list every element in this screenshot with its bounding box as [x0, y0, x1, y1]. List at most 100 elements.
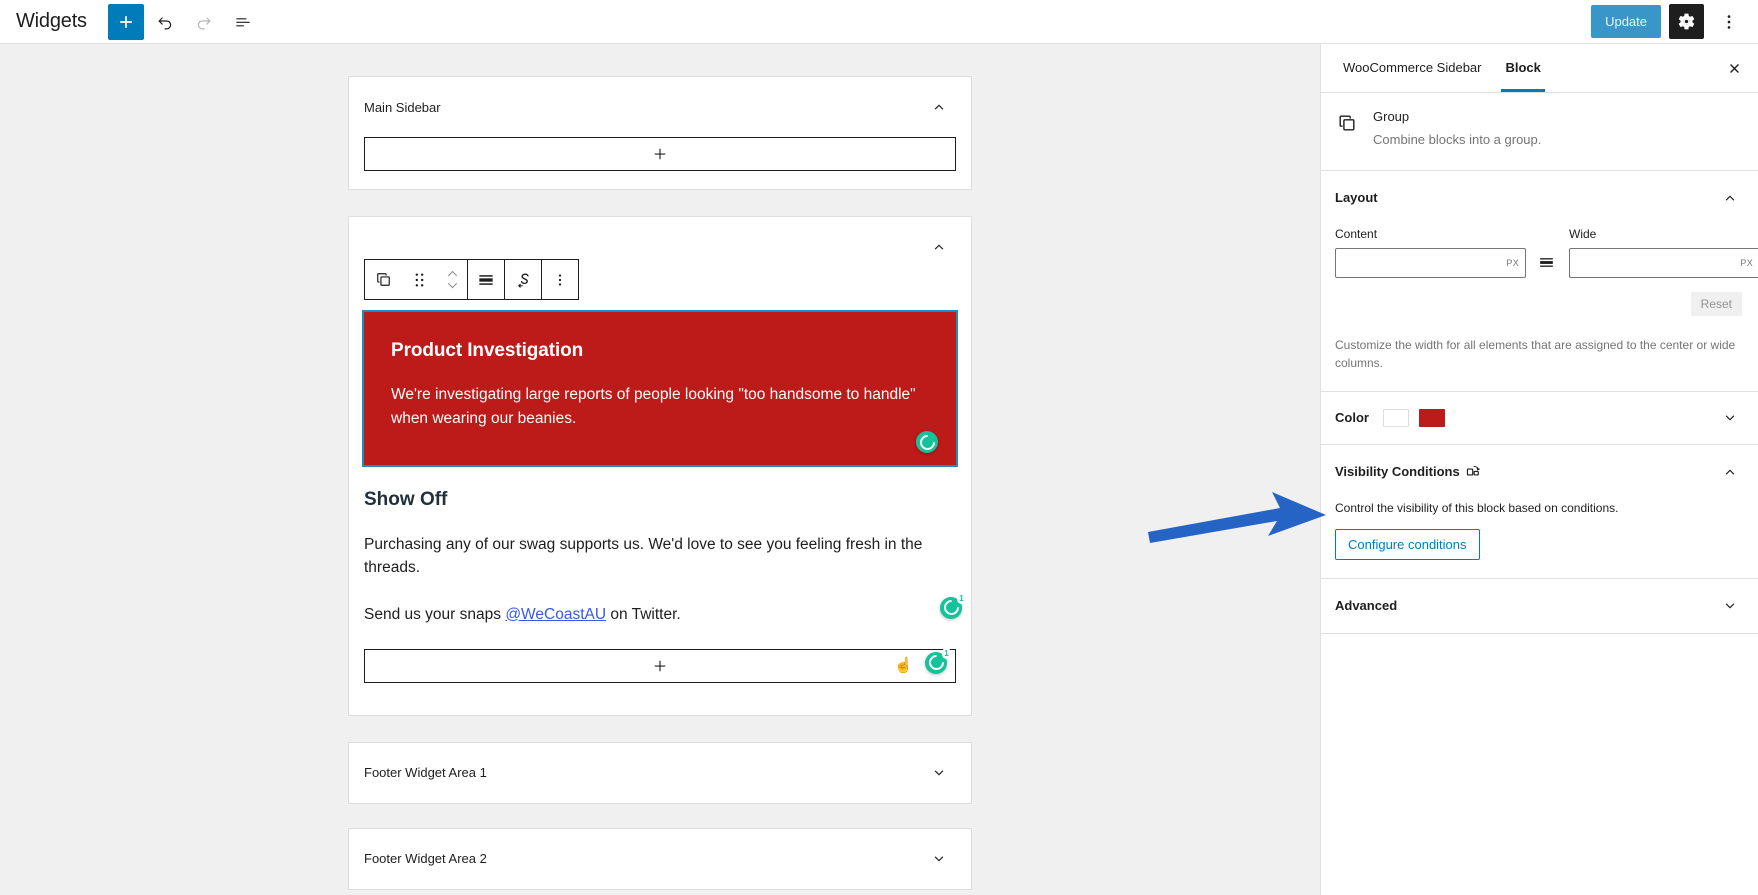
- editor-canvas: Main Sidebar Product Investigation We're…: [0, 44, 1320, 895]
- sidebar-tabs: WooCommerce Sidebar Block: [1321, 44, 1758, 93]
- selected-block-wrapper: Product Investigation We're investigatin…: [349, 259, 971, 711]
- widget-area-header-footer-2[interactable]: Footer Widget Area 2: [349, 829, 971, 889]
- show-off-paragraph-1[interactable]: Purchasing any of our swag supports us. …: [364, 533, 956, 580]
- panel-visibility-conditions: Visibility Conditions Control the visibi…: [1321, 445, 1758, 579]
- color-swatch-background[interactable]: [1382, 408, 1409, 427]
- red-block-heading: Product Investigation: [391, 340, 584, 361]
- grammarly-badge-paragraph[interactable]: 1: [940, 592, 966, 619]
- show-off-heading: Show Off: [364, 489, 448, 511]
- list-view-button[interactable]: [225, 4, 261, 40]
- selected-block-description: Combine blocks into a group.: [1373, 132, 1542, 147]
- ellipsis-vertical-icon[interactable]: [542, 260, 578, 299]
- show-off-section: Show Off Purchasing any of our swag supp…: [364, 489, 966, 683]
- panel-color-chevron-down-icon[interactable]: [1718, 406, 1742, 430]
- panel-color-left: Color: [1335, 408, 1445, 427]
- layout-help-text: Customize the width for all elements tha…: [1335, 337, 1736, 371]
- layout-wide-inputwrap: PX: [1569, 247, 1758, 278]
- grammarly-badge-appender[interactable]: 1: [925, 647, 951, 674]
- panel-visibility-title-wrap: Visibility Conditions: [1335, 464, 1480, 479]
- transform-icon[interactable]: [505, 260, 541, 299]
- color-swatches: [1382, 408, 1445, 427]
- layout-content-label: Content: [1335, 226, 1378, 241]
- block-toolbar-group-2: [468, 260, 505, 299]
- widget-area-body: [349, 137, 971, 189]
- panel-visibility-body: Control the visibility of this block bas…: [1335, 499, 1742, 560]
- add-block-button[interactable]: [107, 3, 144, 40]
- layout-reset-button[interactable]: Reset: [1690, 291, 1742, 316]
- canvas-inner: Main Sidebar Product Investigation We're…: [0, 44, 1320, 895]
- cover-block-product-investigation[interactable]: Product Investigation We're investigatin…: [362, 309, 958, 468]
- selected-block-card-text: Group Combine blocks into a group.: [1373, 109, 1541, 150]
- visibility-description: Control the visibility of this block bas…: [1335, 500, 1619, 515]
- collapse-chevron-up-icon-2[interactable]: [927, 235, 951, 259]
- block-toolbar: [364, 259, 579, 300]
- panel-visibility-chevron-up-icon[interactable]: [1718, 460, 1742, 484]
- editor-top-bar: Widgets Update: [0, 0, 1758, 44]
- group-icon[interactable]: [365, 260, 401, 299]
- configure-conditions-button[interactable]: Configure conditions: [1335, 528, 1480, 560]
- layout-reset-row: Reset: [1335, 291, 1742, 316]
- block-toolbar-group-3: [505, 260, 542, 299]
- layout-content-col: Content PX: [1335, 227, 1557, 278]
- block-movers[interactable]: [437, 260, 467, 299]
- widget-area-footer-1: Footer Widget Area 1: [348, 741, 972, 804]
- color-swatch-accent[interactable]: [1418, 408, 1445, 427]
- widget-area-footer-2: Footer Widget Area 2: [348, 827, 972, 890]
- chevron-up-icon: [447, 270, 457, 277]
- align-wide-icon[interactable]: [468, 260, 504, 299]
- show-off-paragraph-2[interactable]: Send us your snaps @WeCoastAU on Twitter…: [364, 592, 966, 626]
- group-icon: [1335, 111, 1359, 135]
- expand-chevron-down-icon-2[interactable]: [927, 847, 951, 871]
- tab-block[interactable]: Block: [1493, 44, 1552, 92]
- redo-button[interactable]: [186, 4, 222, 40]
- selected-block-title: Group: [1373, 109, 1410, 124]
- update-button[interactable]: Update: [1591, 5, 1661, 38]
- layout-wide-col: Wide PX: [1569, 227, 1758, 278]
- grammarly-count-2: 1: [942, 647, 951, 659]
- panel-layout-title: Layout: [1335, 190, 1378, 205]
- chevron-down-icon: [447, 282, 457, 289]
- widget-area-main-sidebar: Main Sidebar: [348, 76, 972, 190]
- show-off-paragraph-2-suffix: on Twitter.: [606, 605, 681, 623]
- panel-advanced-chevron-down-icon[interactable]: [1718, 594, 1742, 618]
- top-bar-left-group: Widgets: [0, 3, 261, 40]
- page-title: Widgets: [16, 10, 87, 32]
- panel-layout-chevron-up-icon[interactable]: [1718, 186, 1742, 210]
- wide-width-input[interactable]: [1569, 247, 1758, 278]
- undo-button[interactable]: [147, 4, 183, 40]
- widget-area-title-footer-2: Footer Widget Area 2: [364, 851, 487, 867]
- tab-woocommerce-sidebar[interactable]: WooCommerce Sidebar: [1331, 44, 1493, 92]
- layout-content-inputbox: PX: [1335, 247, 1526, 278]
- top-bar-right-group: Update: [1591, 4, 1758, 39]
- show-off-paragraph-2-prefix: Send us your snaps: [364, 605, 506, 623]
- widget-area-header-2[interactable]: [349, 217, 971, 259]
- close-icon[interactable]: [1714, 48, 1754, 88]
- panel-visibility-header[interactable]: Visibility Conditions: [1335, 459, 1742, 485]
- widget-area-title: Main Sidebar: [364, 99, 441, 115]
- more-options-button[interactable]: [1712, 5, 1746, 39]
- panel-layout-header[interactable]: Layout: [1335, 185, 1742, 211]
- block-settings-sidebar: WooCommerce Sidebar Block Group Combine …: [1320, 44, 1758, 895]
- drag-handle-icon[interactable]: [401, 260, 437, 299]
- expand-chevron-down-icon-1[interactable]: [927, 761, 951, 785]
- panel-color[interactable]: Color: [1321, 392, 1758, 445]
- panel-advanced: Advanced: [1321, 579, 1758, 634]
- panel-advanced-title: Advanced: [1335, 598, 1398, 614]
- panel-advanced-header[interactable]: Advanced: [1335, 593, 1742, 619]
- layout-wide-inputbox: PX: [1569, 247, 1758, 278]
- layout-wide-label: Wide: [1569, 226, 1597, 241]
- panel-layout: Layout Content PX Wide PX Reset Customiz…: [1321, 171, 1758, 392]
- block-appender-button[interactable]: [364, 137, 956, 171]
- collapse-chevron-up-icon[interactable]: [927, 95, 951, 119]
- content-width-align-icon[interactable]: [1535, 250, 1557, 276]
- content-width-input[interactable]: [1335, 247, 1526, 278]
- widget-area-header-footer-1[interactable]: Footer Widget Area 1: [349, 743, 971, 803]
- twitter-handle-link[interactable]: @WeCoastAU: [505, 606, 606, 623]
- settings-gear-button[interactable]: [1669, 4, 1704, 39]
- layout-content-inputwrap: PX: [1335, 247, 1557, 278]
- layout-width-controls: Content PX Wide PX: [1335, 227, 1758, 278]
- panel-color-title: Color: [1335, 410, 1369, 426]
- grammarly-badge-red-block[interactable]: [916, 431, 938, 454]
- widget-area-header[interactable]: Main Sidebar: [349, 77, 971, 137]
- block-appender-button-2[interactable]: ☝ 1: [364, 647, 956, 683]
